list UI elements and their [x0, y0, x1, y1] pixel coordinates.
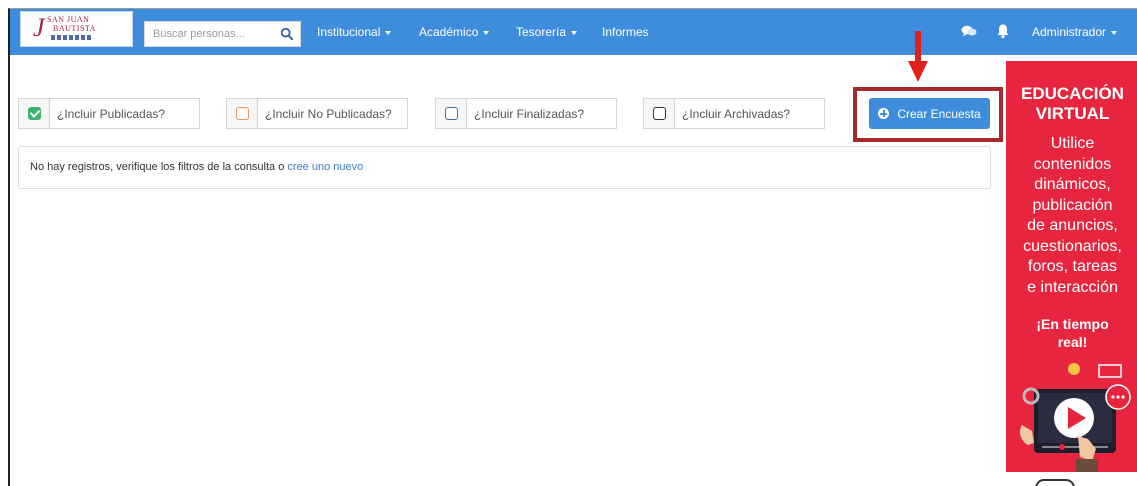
bell-icon[interactable]	[995, 23, 1011, 39]
chat-icon[interactable]	[961, 23, 977, 39]
search-icon[interactable]	[280, 27, 294, 41]
menu-institucional[interactable]: Institucional	[317, 25, 392, 39]
ad-body-line: e interacción	[1027, 278, 1118, 296]
create-survey-label: Crear Encuesta	[897, 106, 981, 121]
filter-archivadas-label: ¿Incluir Archivadas?	[682, 106, 791, 121]
ad-body-line: Utilice	[1050, 135, 1095, 152]
red-arrow-annotation	[908, 31, 928, 82]
caret-down-icon	[385, 30, 392, 35]
menu-informes[interactable]: Informes	[602, 25, 649, 39]
search-input[interactable]	[145, 22, 275, 46]
checkbox-publicadas[interactable]	[27, 107, 41, 120]
logo-text-1: SAN JUAN	[47, 15, 90, 24]
menu-academico[interactable]: Académico	[419, 25, 490, 39]
ad-realtime-line-1: ¡En tiempo	[1036, 316, 1109, 332]
filter-finalizadas-label: ¿Incluir Finalizadas?	[474, 106, 585, 121]
checkbox-cell	[436, 99, 467, 128]
caret-down-icon	[483, 30, 490, 35]
ad-body-line: foros, tareas	[1028, 258, 1117, 275]
checkbox-cell	[644, 99, 675, 128]
checkbox-finalizadas[interactable]	[444, 107, 458, 120]
ad-body-line: dinámicos,	[1034, 176, 1111, 193]
ad-body-line: contenidos	[1033, 155, 1112, 173]
ad-title-line-2: VIRTUAL	[1035, 104, 1110, 123]
top-navbar: J SAN JUAN BAUTISTA Institucional Académ…	[10, 9, 1137, 55]
ad-realtime-line-2: real!	[1057, 334, 1088, 350]
ad-body-line: publicación	[1032, 196, 1113, 214]
caret-down-icon	[571, 30, 578, 35]
ad-title: EDUCACIÓN VIRTUAL	[1006, 84, 1137, 124]
filter-no-publicadas-label: ¿Incluir No Publicadas?	[265, 106, 392, 121]
caret-down-icon	[1111, 30, 1118, 35]
create-new-link[interactable]: cree uno nuevo	[287, 161, 363, 173]
ad-body: Utilice contenidos dinámicos, publicació…	[1006, 134, 1137, 298]
checkbox-archivadas[interactable]	[652, 107, 666, 120]
logo-text-2: BAUTISTA	[53, 24, 96, 33]
menu-institucional-label: Institucional	[317, 25, 381, 39]
filter-archivadas[interactable]: ¿Incluir Archivadas?	[643, 98, 825, 129]
ad-body-line: cuestionarios,	[1023, 237, 1122, 255]
filter-publicadas[interactable]: ¿Incluir Publicadas?	[18, 98, 200, 129]
ad-body-line: de anuncios,	[1027, 217, 1118, 234]
logo-strip	[51, 35, 91, 40]
scroll-handle[interactable]	[1035, 479, 1075, 486]
ad-realtime: ¡En tiempo real!	[1006, 315, 1137, 351]
user-menu-label: Administrador	[1032, 25, 1107, 39]
menu-academico-label: Académico	[419, 25, 479, 39]
empty-state-text: No hay registros, verifique los filtros …	[30, 161, 288, 173]
filter-publicadas-label: ¿Incluir Publicadas?	[57, 106, 166, 121]
checkbox-no-publicadas[interactable]	[235, 107, 249, 120]
plus-circle-icon	[878, 108, 890, 119]
school-logo[interactable]: J SAN JUAN BAUTISTA	[20, 11, 133, 47]
menu-informes-label: Informes	[602, 25, 649, 39]
menu-tesoreria-label: Tesorería	[516, 25, 567, 39]
search-box	[144, 21, 301, 47]
checkbox-cell	[19, 99, 50, 128]
ad-title-line-1: EDUCACIÓN	[1021, 84, 1124, 103]
filter-finalizadas[interactable]: ¿Incluir Finalizadas?	[435, 98, 617, 129]
checkbox-cell	[227, 99, 258, 128]
user-menu[interactable]: Administrador	[1032, 25, 1118, 39]
empty-state-notice: No hay registros, verifique los filtros …	[18, 146, 991, 189]
filter-no-publicadas[interactable]: ¿Incluir No Publicadas?	[226, 98, 408, 129]
create-survey-button[interactable]: Crear Encuesta	[869, 98, 990, 129]
video-player-illustration	[1020, 363, 1131, 472]
logo-monogram: J	[33, 13, 45, 42]
menu-tesoreria[interactable]: Tesorería	[516, 25, 578, 39]
ad-banner[interactable]: EDUCACIÓN VIRTUAL Utilice contenidos din…	[1006, 61, 1137, 472]
app-window: J SAN JUAN BAUTISTA Institucional Académ…	[8, 8, 1137, 486]
